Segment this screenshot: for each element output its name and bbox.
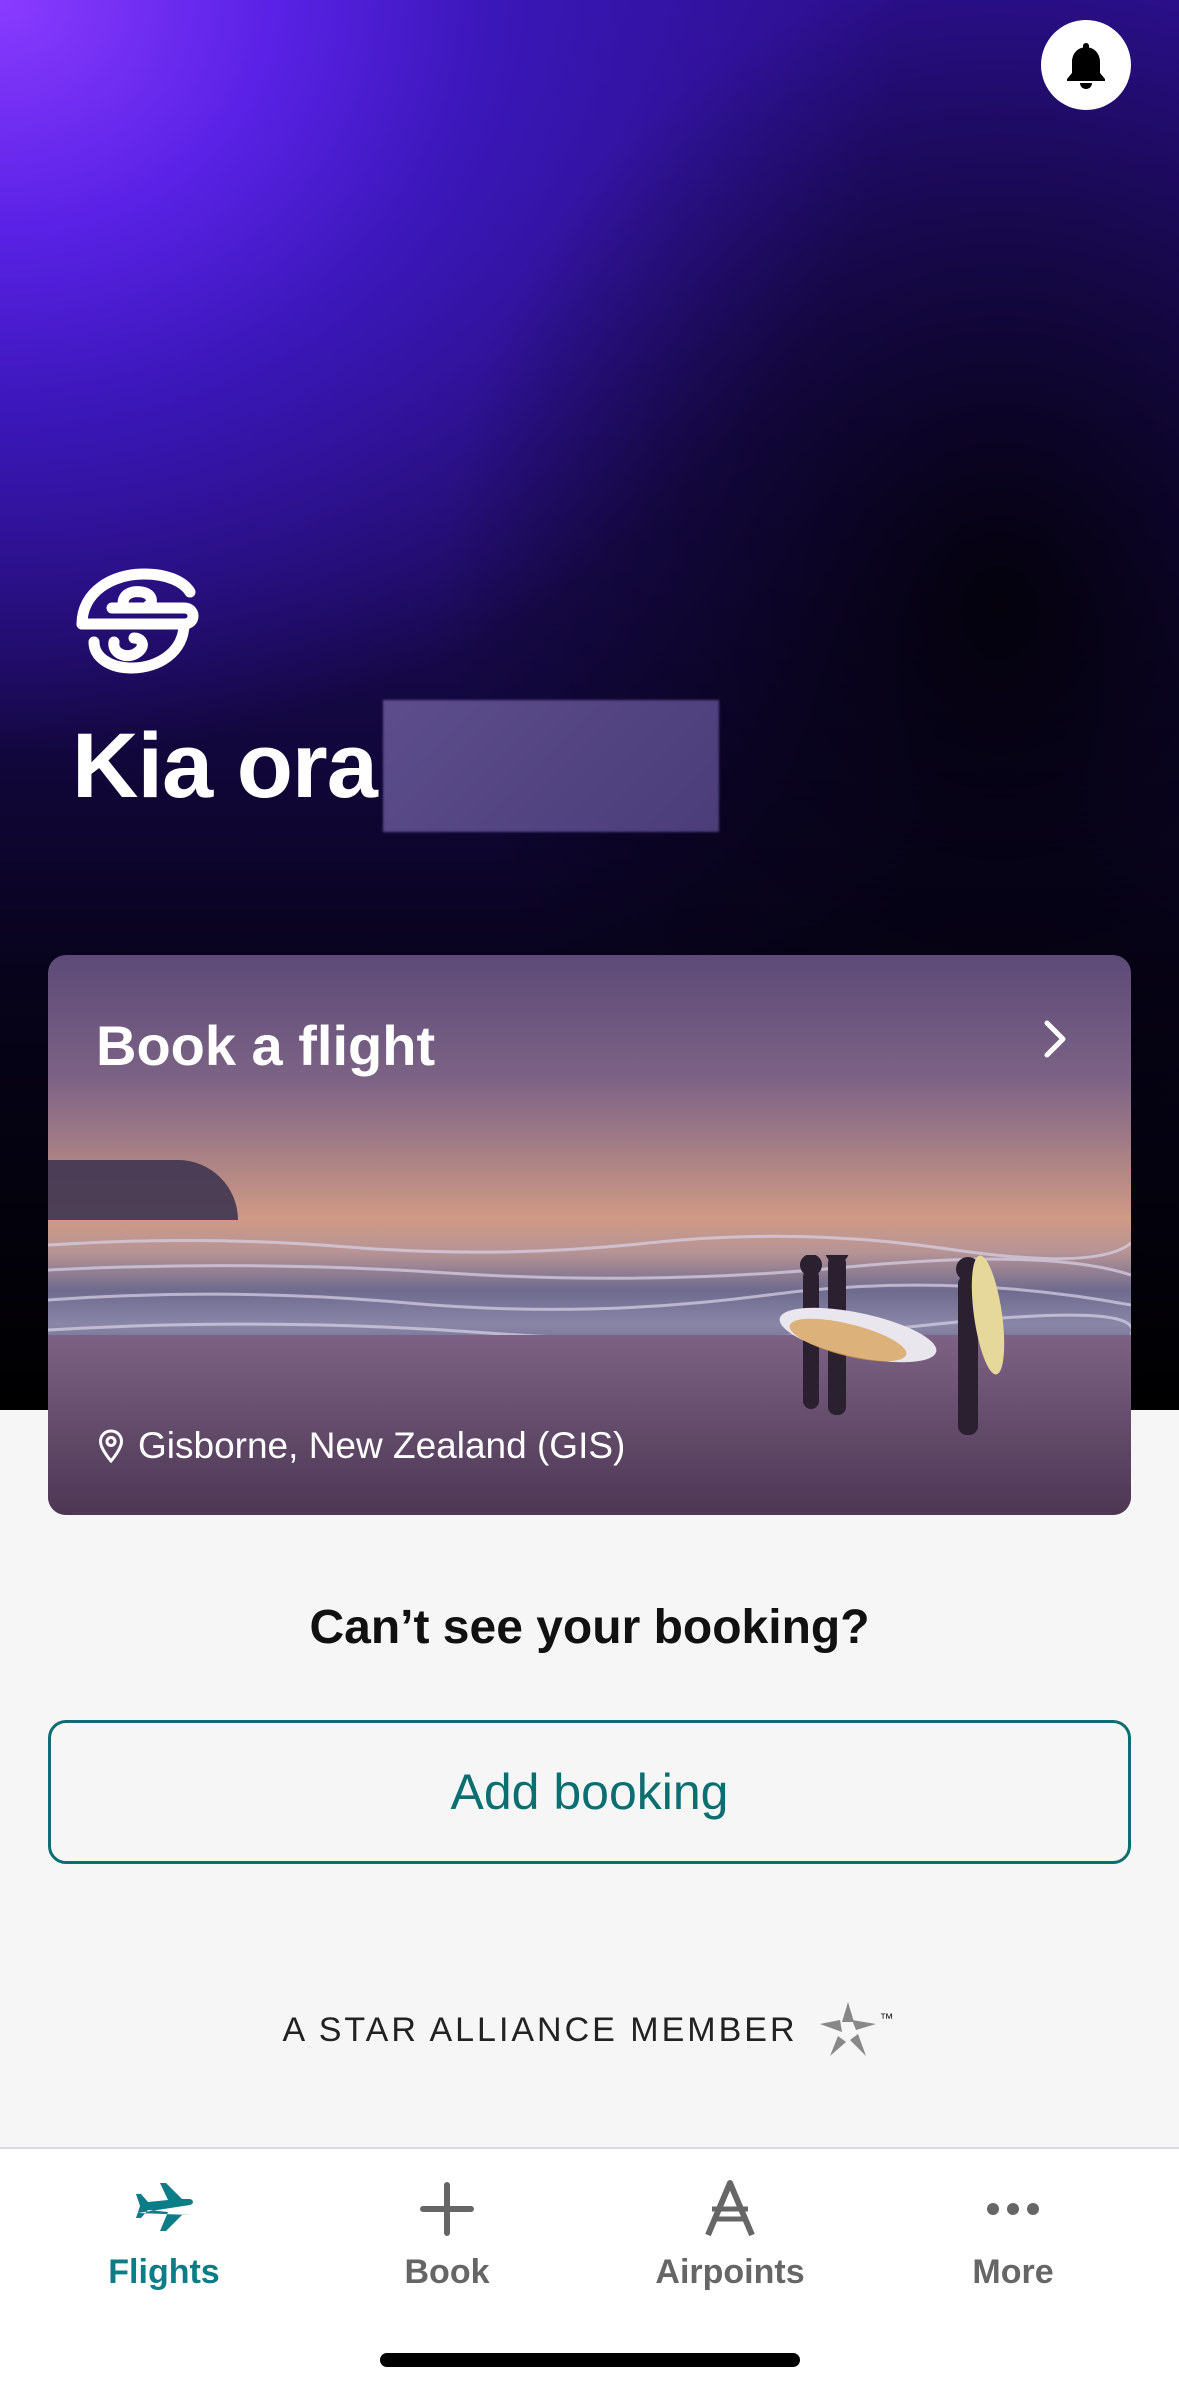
greeting: Kia ora — [72, 700, 719, 832]
book-flight-card[interactable]: Book a flight Gisborne, New Zealand (GIS… — [48, 955, 1131, 1515]
star-alliance-logo-icon — [819, 2002, 876, 2056]
tab-book[interactable]: Book — [347, 2179, 547, 2292]
tab-book-label: Book — [404, 2253, 490, 2291]
tab-airpoints-label: Airpoints — [655, 2253, 805, 2291]
air-new-zealand-logo — [72, 552, 202, 682]
tab-more-label: More — [972, 2253, 1054, 2291]
surfers-illustration — [779, 1255, 1005, 1435]
cant-see-booking-heading: Can’t see your booking? — [309, 1601, 870, 1654]
home-indicator[interactable] — [380, 2353, 800, 2367]
tab-more[interactable]: More — [913, 2179, 1113, 2292]
notifications-button[interactable] — [1041, 20, 1131, 110]
tab-flights-label: Flights — [108, 2253, 220, 2291]
location-pin-icon — [98, 1429, 124, 1463]
star-alliance-text: A STAR ALLIANCE MEMBER — [282, 2010, 798, 2049]
tab-airpoints[interactable]: Airpoints — [630, 2179, 830, 2292]
more-icon — [987, 2203, 1039, 2215]
chevron-right-icon — [1041, 1019, 1071, 1064]
location-label: Gisborne, New Zealand (GIS) — [138, 1425, 626, 1466]
book-flight-title: Book a flight — [96, 1014, 436, 1077]
plus-icon — [420, 2182, 474, 2236]
greeting-text: Kia ora — [72, 714, 378, 817]
headland — [48, 1160, 238, 1220]
tab-flights[interactable]: Flights — [64, 2179, 264, 2292]
star-alliance-badge: A STAR ALLIANCE MEMBER ™ — [0, 2000, 1179, 2060]
plane-icon — [136, 2183, 193, 2231]
trademark: ™ — [879, 2010, 897, 2026]
redacted-name — [382, 700, 719, 832]
bell-icon — [1067, 43, 1105, 89]
airpoints-icon — [705, 2180, 755, 2237]
card-location: Gisborne, New Zealand (GIS) — [98, 1425, 625, 1467]
add-booking-button[interactable]: Add booking — [48, 1720, 1131, 1864]
